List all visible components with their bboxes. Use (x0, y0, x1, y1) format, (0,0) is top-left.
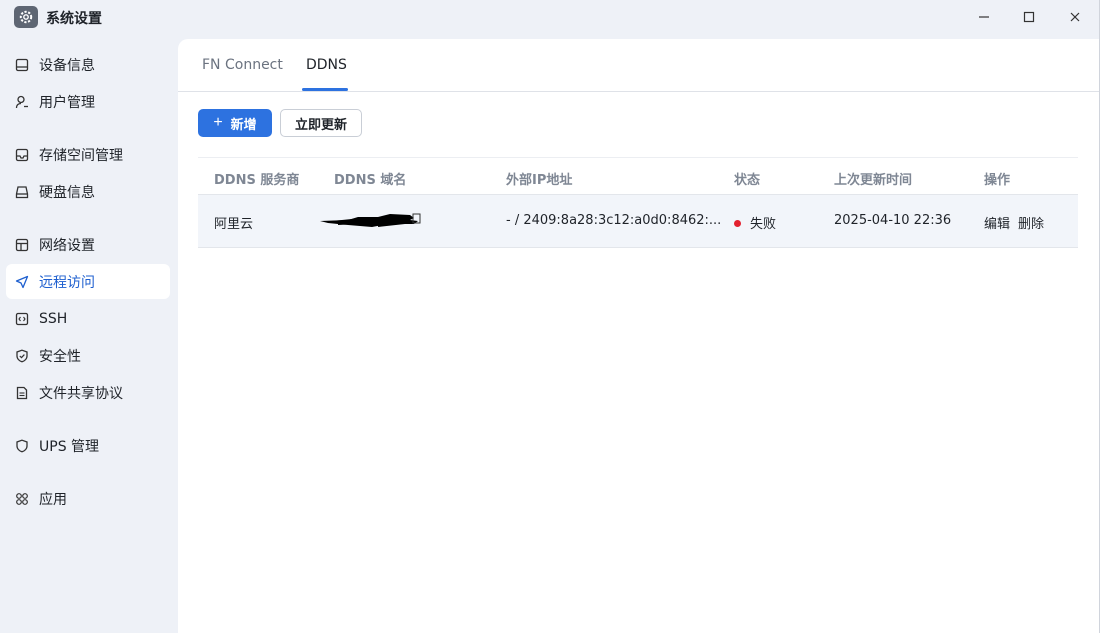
send-icon (15, 275, 29, 289)
active-tab-indicator (302, 88, 348, 91)
settings-window: 系统设置 设备信息 用户管理 存储空间管理 硬盘信息 网络设置 远程访问 SSH… (0, 0, 1100, 633)
delete-link[interactable]: 删除 (1018, 217, 1044, 232)
header-status: 状态 (734, 173, 761, 188)
sidebar-item-label: 设备信息 (39, 57, 95, 74)
maximize-icon (1023, 11, 1035, 23)
storage-icon (15, 148, 29, 162)
shield-icon (15, 439, 29, 453)
sidebar-item-network[interactable]: 网络设置 (6, 227, 170, 262)
close-icon (1070, 12, 1080, 22)
network-icon (15, 238, 29, 252)
header-external-ip: 外部IP地址 (506, 173, 573, 188)
sidebar-item-storage[interactable]: 存储空间管理 (6, 137, 170, 172)
sidebar-item-remote-access[interactable]: 远程访问 (6, 264, 170, 299)
sidebar-item-label: 存储空间管理 (39, 147, 123, 164)
sidebar-item-label: 远程访问 (39, 274, 95, 291)
sidebar-item-label: 安全性 (39, 348, 81, 365)
add-button-label: 新增 (230, 116, 257, 132)
header-last-updated: 上次更新时间 (834, 173, 913, 188)
sidebar-item-security[interactable]: 安全性 (6, 338, 170, 373)
gear-icon (14, 6, 38, 28)
sidebar-item-disk-info[interactable]: 硬盘信息 (6, 174, 170, 209)
cell-last-updated: 2025-04-10 22:36 (834, 213, 952, 228)
status-text: 失败 (750, 217, 777, 232)
window-title: 系统设置 (46, 11, 102, 27)
ddns-table: DDNS 服务商 DDNS 域名 外部IP地址 状态 上次更新时间 操作 阿里云… (198, 157, 1078, 248)
title-bar: 系统设置 (0, 0, 1100, 36)
add-button[interactable]: + 新增 (198, 109, 272, 137)
sidebar-item-label: 网络设置 (39, 237, 95, 254)
disk-icon (15, 185, 29, 199)
file-icon (15, 386, 29, 400)
apps-icon (15, 492, 29, 506)
code-icon (15, 312, 29, 326)
sidebar-item-label: 文件共享协议 (39, 385, 123, 402)
sidebar-item-label: 应用 (39, 491, 67, 508)
status-fail-dot (734, 220, 741, 227)
content-panel: FN Connect DDNS + 新增 立即更新 DDNS 服务商 DDNS … (178, 39, 1099, 633)
cell-actions: 编辑 删除 (984, 213, 1052, 232)
sidebar-item-ssh[interactable]: SSH (6, 301, 170, 336)
table-row[interactable]: 阿里云 - / 2409:8a28:3c12:a0d0:8462:... 失败 … (198, 195, 1078, 248)
redacted-domain (320, 213, 421, 227)
plus-icon: + (213, 114, 223, 131)
edit-link[interactable]: 编辑 (984, 217, 1010, 232)
shield-check-icon (15, 349, 29, 363)
tab-ddns[interactable]: DDNS (306, 57, 347, 73)
sidebar-item-label: SSH (39, 310, 68, 327)
sidebar-item-apps[interactable]: 应用 (6, 481, 170, 516)
sidebar-item-user-management[interactable]: 用户管理 (6, 84, 170, 119)
table-header: DDNS 服务商 DDNS 域名 外部IP地址 状态 上次更新时间 操作 (198, 157, 1078, 195)
sidebar-item-label: 硬盘信息 (39, 184, 95, 201)
tab-bar: FN Connect DDNS (178, 39, 1099, 92)
cell-status: 失败 (734, 213, 776, 232)
sidebar: 设备信息 用户管理 存储空间管理 硬盘信息 网络设置 远程访问 SSH 安全性 … (0, 36, 178, 633)
cell-provider: 阿里云 (214, 217, 254, 232)
sidebar-item-label: UPS 管理 (39, 438, 100, 455)
tab-fn-connect[interactable]: FN Connect (202, 57, 283, 73)
header-provider: DDNS 服务商 (214, 173, 300, 188)
sidebar-item-device-info[interactable]: 设备信息 (6, 47, 170, 82)
sidebar-item-label: 用户管理 (39, 94, 95, 111)
sidebar-item-ups[interactable]: UPS 管理 (6, 428, 170, 463)
maximize-button[interactable] (1009, 4, 1049, 30)
update-now-button[interactable]: 立即更新 (280, 109, 362, 137)
sidebar-item-file-sharing[interactable]: 文件共享协议 (6, 375, 170, 410)
user-icon (15, 95, 29, 109)
minimize-button[interactable] (964, 4, 1004, 30)
cell-external-ip: - / 2409:8a28:3c12:a0d0:8462:... (506, 213, 722, 228)
device-icon (15, 58, 29, 72)
header-actions: 操作 (984, 173, 1011, 188)
close-button[interactable] (1055, 4, 1095, 30)
header-domain: DDNS 域名 (334, 173, 407, 188)
minimize-icon (979, 16, 989, 18)
